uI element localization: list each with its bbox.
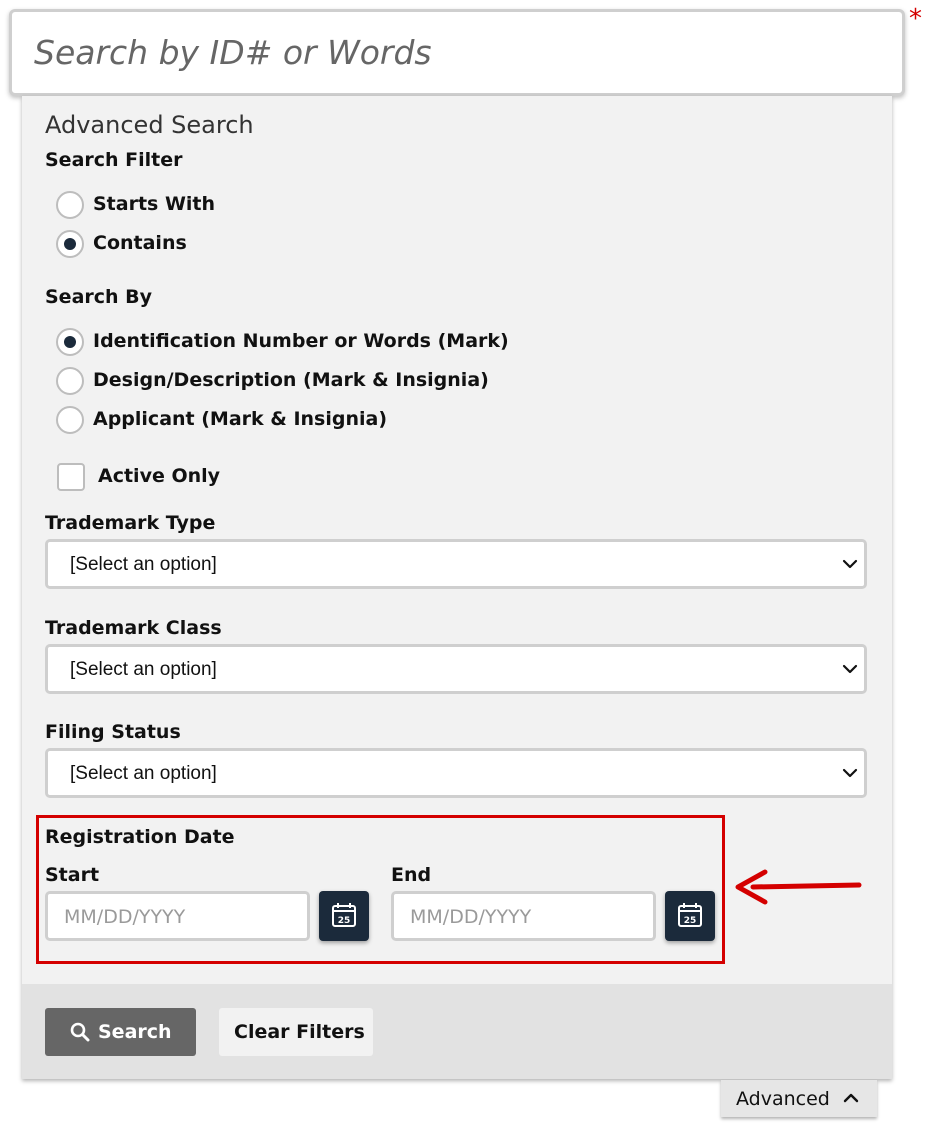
calendar-day-text: 25	[338, 916, 351, 926]
start-date-input[interactable]: MM/DD/YYYY	[45, 891, 310, 941]
search-by-label: Search By	[45, 286, 153, 308]
chevron-up-icon	[843, 1093, 859, 1103]
radio-starts-with[interactable]	[56, 191, 84, 219]
trademark-type-select[interactable]: [Select an option]	[45, 539, 867, 589]
radio-label-applicant: Applicant (Mark & Insignia)	[93, 408, 388, 430]
required-marker: *	[909, 4, 922, 34]
filing-status-value: [Select an option]	[70, 763, 217, 784]
registration-date-label: Registration Date	[45, 826, 235, 848]
active-only-label: Active Only	[98, 465, 221, 487]
chevron-down-icon	[842, 559, 858, 569]
trademark-class-value: [Select an option]	[70, 659, 217, 680]
radio-label-contains: Contains	[93, 232, 187, 254]
calendar-day-text: 25	[684, 916, 697, 926]
radio-label-starts-with: Starts With	[93, 193, 216, 215]
active-only-checkbox[interactable]	[57, 463, 85, 491]
calendar-icon: 25	[678, 903, 702, 927]
search-button-label: Search	[98, 1021, 172, 1043]
trademark-class-select[interactable]: [Select an option]	[45, 644, 867, 694]
filing-status-select[interactable]: [Select an option]	[45, 748, 867, 798]
search-button[interactable]: Search	[45, 1008, 196, 1056]
start-date-placeholder: MM/DD/YYYY	[64, 906, 186, 928]
search-box[interactable]	[9, 9, 905, 96]
chevron-down-icon	[842, 768, 858, 778]
end-date-placeholder: MM/DD/YYYY	[410, 906, 532, 928]
trademark-type-value: [Select an option]	[70, 554, 217, 575]
clear-filters-label: Clear Filters	[234, 1021, 365, 1043]
end-date-input[interactable]: MM/DD/YYYY	[391, 891, 656, 941]
trademark-type-label: Trademark Type	[45, 512, 216, 534]
radio-applicant[interactable]	[56, 406, 84, 434]
end-date-calendar-button[interactable]: 25	[665, 891, 715, 941]
radio-identification[interactable]	[56, 328, 84, 356]
search-filter-label: Search Filter	[45, 149, 183, 171]
advanced-toggle-label: Advanced	[736, 1088, 830, 1110]
radio-design-description[interactable]	[56, 367, 84, 395]
arrow-left-icon	[735, 869, 862, 905]
clear-filters-button[interactable]: Clear Filters	[219, 1008, 373, 1056]
start-date-label: Start	[45, 864, 100, 886]
filing-status-label: Filing Status	[45, 721, 181, 743]
radio-contains[interactable]	[56, 230, 84, 258]
magnifier-icon	[70, 1022, 90, 1042]
calendar-icon: 25	[332, 903, 356, 927]
chevron-down-icon	[842, 664, 858, 674]
advanced-search-title: Advanced Search	[45, 111, 254, 139]
search-input[interactable]	[12, 12, 902, 93]
radio-label-identification: Identification Number or Words (Mark)	[93, 330, 509, 352]
end-date-label: End	[391, 864, 432, 886]
advanced-toggle-button[interactable]: Advanced	[721, 1080, 877, 1117]
radio-label-design-description: Design/Description (Mark & Insignia)	[93, 369, 489, 391]
start-date-calendar-button[interactable]: 25	[319, 891, 369, 941]
trademark-class-label: Trademark Class	[45, 617, 222, 639]
